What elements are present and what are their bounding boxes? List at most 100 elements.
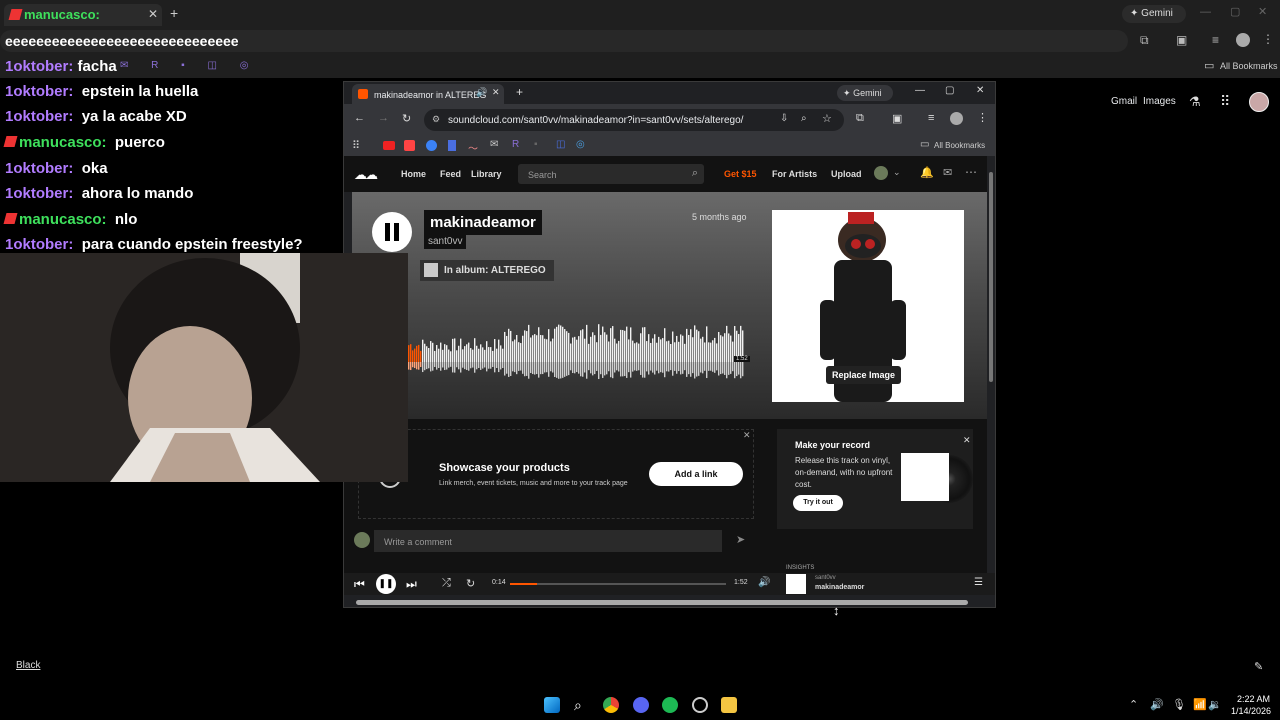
bookmark-icon[interactable]: 〜 bbox=[468, 140, 478, 155]
close-tab-icon[interactable]: ✕ bbox=[492, 87, 500, 98]
bookmark-star-icon[interactable]: ☆ bbox=[822, 112, 832, 125]
spotify-icon[interactable] bbox=[662, 697, 678, 713]
search-icon[interactable]: ⌕ bbox=[574, 697, 590, 713]
gmail-link[interactable]: Gmail bbox=[1111, 96, 1137, 107]
sidebar-icon[interactable]: ▣ bbox=[1176, 33, 1187, 47]
profile-avatar-icon[interactable] bbox=[1236, 33, 1250, 47]
get-15-link[interactable]: Get $15 bbox=[724, 169, 757, 179]
zoom-icon[interactable]: ⌕ bbox=[801, 113, 807, 124]
bookmark-icon[interactable]: ◎ bbox=[576, 139, 585, 150]
bookmark-icon[interactable]: ◫ bbox=[556, 139, 565, 150]
extensions-icon[interactable]: ⧉ bbox=[1140, 33, 1149, 48]
waveform[interactable] bbox=[408, 322, 746, 384]
horizontal-scrollbar[interactable] bbox=[356, 600, 968, 605]
user-avatar[interactable] bbox=[874, 166, 888, 180]
site-info-icon[interactable]: ⚙ bbox=[432, 114, 440, 125]
close-tab-icon[interactable]: ✕ bbox=[148, 7, 158, 21]
bookmark-icon[interactable]: ✉ bbox=[490, 139, 498, 150]
profile-avatar-icon[interactable] bbox=[950, 112, 963, 125]
new-tab-icon[interactable]: + bbox=[516, 85, 523, 99]
close-window-icon[interactable]: ✕ bbox=[976, 85, 984, 96]
player-pause-button[interactable]: ❚❚ bbox=[376, 574, 396, 594]
messages-icon[interactable]: ✉ bbox=[943, 166, 952, 179]
upload-link[interactable]: Upload bbox=[831, 169, 862, 179]
clock-date[interactable]: 1/14/2026 bbox=[1231, 706, 1271, 716]
bookmark-icon[interactable] bbox=[448, 140, 456, 151]
sidebar-icon[interactable]: ▣ bbox=[892, 112, 902, 125]
forward-icon[interactable]: → bbox=[378, 112, 389, 124]
mic-icon[interactable]: 🎙 bbox=[1172, 698, 1186, 711]
tray-chevron-icon[interactable]: ⌃ bbox=[1129, 698, 1138, 711]
chrome-icon[interactable] bbox=[603, 697, 619, 713]
close-icon[interactable]: ✕ bbox=[743, 430, 751, 441]
now-playing-thumb[interactable] bbox=[786, 574, 806, 594]
black-link[interactable]: Black bbox=[16, 660, 40, 671]
menu-icon[interactable]: ⋮ bbox=[977, 111, 988, 124]
gemini-button[interactable]: ✦ Gemini bbox=[1122, 5, 1186, 23]
bookmark-icon[interactable]: R bbox=[512, 139, 519, 150]
extensions-icon[interactable]: ⧉ bbox=[856, 112, 864, 125]
apps-grid-icon[interactable]: ⠿ bbox=[1220, 93, 1230, 110]
pause-button[interactable] bbox=[372, 212, 412, 252]
soundcloud-logo-icon[interactable]: ☁☁ bbox=[354, 167, 378, 183]
steam-icon[interactable] bbox=[692, 697, 708, 713]
notifications-icon[interactable]: 🔔 bbox=[920, 166, 934, 179]
maximize-icon[interactable]: ▢ bbox=[1230, 5, 1240, 18]
now-playing-title[interactable]: makinadeamor bbox=[815, 584, 864, 591]
install-icon[interactable]: ⇩ bbox=[780, 113, 788, 124]
add-link-button[interactable]: Add a link bbox=[649, 462, 743, 486]
minimize-icon[interactable]: — bbox=[1200, 6, 1211, 18]
windows-start-icon[interactable] bbox=[544, 697, 560, 713]
discord-icon[interactable] bbox=[633, 697, 649, 713]
close-icon[interactable]: ✕ bbox=[963, 435, 971, 446]
volume-icon[interactable]: 🔊 bbox=[758, 577, 770, 588]
vertical-scrollbar[interactable] bbox=[989, 172, 993, 382]
wifi-icon[interactable]: 📶 bbox=[1193, 698, 1207, 711]
gemini-button[interactable]: ✦ Gemini bbox=[837, 85, 893, 101]
all-bookmarks-link[interactable]: All Bookmarks bbox=[1220, 61, 1278, 71]
progress-bar[interactable] bbox=[510, 583, 726, 585]
more-icon[interactable]: ⋯ bbox=[965, 165, 977, 179]
media-icon[interactable]: ≡ bbox=[928, 112, 934, 124]
bookmark-icon[interactable]: ▪ bbox=[534, 139, 538, 150]
all-bookmarks-link[interactable]: All Bookmarks bbox=[934, 141, 985, 150]
comment-input[interactable]: Write a comment bbox=[374, 530, 722, 552]
speaker-icon[interactable]: 🔊 bbox=[1150, 698, 1164, 711]
bookmark-icon[interactable] bbox=[426, 140, 437, 151]
tab-audio-icon[interactable]: 🔊 bbox=[476, 87, 487, 98]
bookmark-icon[interactable] bbox=[404, 140, 415, 151]
queue-icon[interactable]: ☰ bbox=[974, 577, 983, 588]
back-icon[interactable]: ← bbox=[354, 112, 365, 124]
reload-icon[interactable]: ↻ bbox=[402, 112, 411, 125]
next-icon[interactable]: ⏭ bbox=[406, 577, 417, 592]
search-icon[interactable]: ⌕ bbox=[692, 167, 698, 180]
nav-feed[interactable]: Feed bbox=[440, 169, 461, 179]
youtube-bookmark-icon[interactable] bbox=[383, 141, 395, 150]
new-tab-icon[interactable]: + bbox=[170, 5, 178, 21]
previous-icon[interactable]: ⏮ bbox=[354, 577, 365, 592]
for-artists-link[interactable]: For Artists bbox=[772, 169, 817, 179]
send-icon[interactable]: ➤ bbox=[736, 533, 745, 546]
minimize-icon[interactable]: — bbox=[915, 85, 925, 96]
maximize-icon[interactable]: ▢ bbox=[945, 85, 954, 96]
background-tab[interactable]: manucasco: ✕ bbox=[4, 4, 162, 26]
close-window-icon[interactable]: ✕ bbox=[1258, 5, 1267, 18]
menu-icon[interactable]: ⋮ bbox=[1262, 32, 1274, 46]
edit-icon[interactable]: ✎ bbox=[1254, 660, 1263, 673]
replace-image-button[interactable]: Replace Image bbox=[826, 366, 902, 384]
labs-icon[interactable]: ⚗ bbox=[1189, 94, 1201, 110]
search-input[interactable]: Search ⌕ bbox=[518, 164, 704, 184]
chevron-down-icon[interactable]: ⌄ bbox=[893, 167, 901, 178]
album-link[interactable]: In album: ALTEREGO bbox=[420, 260, 554, 281]
nav-library[interactable]: Library bbox=[471, 169, 502, 179]
track-artist[interactable]: sant0vv bbox=[424, 234, 467, 249]
nav-home[interactable]: Home bbox=[401, 169, 426, 179]
repeat-icon[interactable]: ↻ bbox=[466, 577, 475, 590]
media-icon[interactable]: ≡ bbox=[1212, 33, 1219, 47]
try-it-out-button[interactable]: Try it out bbox=[793, 495, 843, 511]
clock-time[interactable]: 2:22 AM bbox=[1237, 694, 1270, 704]
now-playing-artist[interactable]: sant0vv bbox=[815, 575, 836, 581]
address-field[interactable]: eeeeeeeeeeeeeeeeeeeeeeeeeeeeee bbox=[0, 30, 1128, 52]
apps-grid-icon[interactable]: ⠿ bbox=[352, 139, 360, 152]
file-explorer-icon[interactable] bbox=[721, 697, 737, 713]
